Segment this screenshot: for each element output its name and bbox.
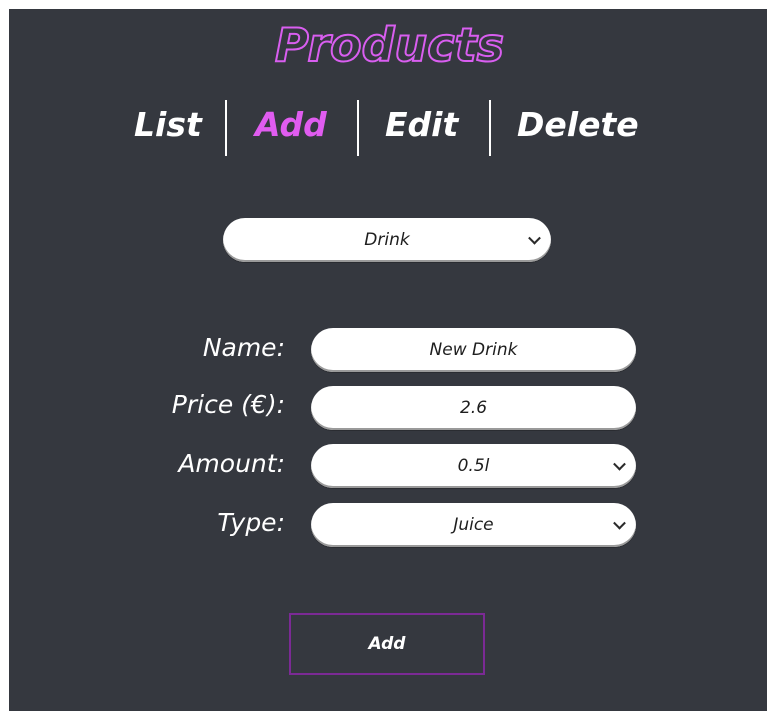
tab-edit[interactable]: Edit (385, 100, 458, 150)
type-select-value: Juice (453, 515, 494, 535)
type-select[interactable]: Juice (311, 503, 636, 547)
page-title: Products (274, 17, 505, 73)
category-select[interactable]: Drink (223, 218, 551, 262)
add-button[interactable]: Add (289, 613, 485, 675)
category-select-value: Drink (364, 230, 410, 250)
name-label: Name: (202, 333, 285, 362)
name-field-value: New Drink (429, 340, 518, 360)
amount-select-value: 0.5l (457, 456, 490, 476)
tab-divider (225, 100, 227, 156)
tab-bar: List Add Edit Delete (0, 100, 779, 156)
price-field-value: 2.6 (459, 398, 488, 418)
price-label: Price (€): (171, 390, 285, 419)
tab-divider (357, 100, 359, 156)
tab-list[interactable]: List (134, 100, 202, 150)
price-field[interactable]: 2.6 (311, 386, 636, 430)
amount-label: Amount: (178, 449, 285, 478)
type-label: Type: (217, 508, 285, 537)
amount-select[interactable]: 0.5l (311, 444, 636, 488)
tab-delete[interactable]: Delete (517, 100, 639, 150)
tab-divider (489, 100, 491, 156)
tab-add[interactable]: Add (255, 100, 327, 150)
name-field[interactable]: New Drink (311, 328, 636, 372)
